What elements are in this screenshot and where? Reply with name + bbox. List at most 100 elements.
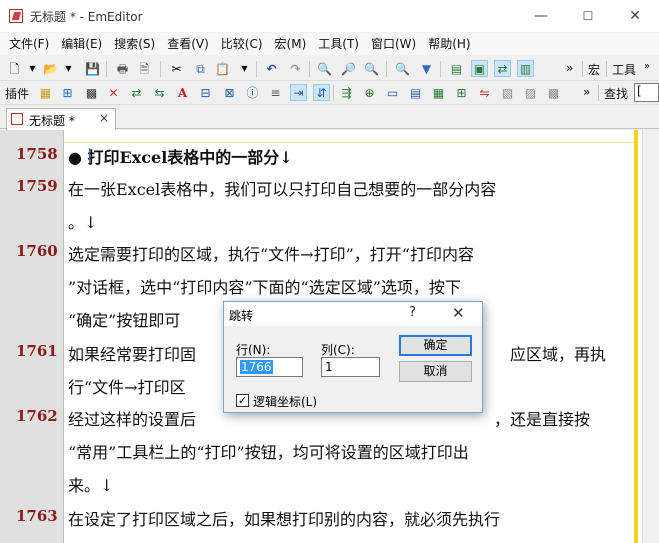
text-row[interactable]: 应区域，再执: [510, 341, 606, 365]
print-icon[interactable]: 🖶: [114, 60, 131, 77]
replace-icon[interactable]: 🔍: [394, 60, 411, 77]
copy-icon[interactable]: ⧉: [192, 60, 209, 77]
find-previous-icon[interactable]: 🔍: [363, 60, 380, 77]
plugin-icon-23[interactable]: ▩: [545, 84, 562, 101]
plugin-icon-17[interactable]: ▤: [407, 84, 424, 101]
text-row[interactable]: 在设定了打印区域之后，如果想打印别的内容，就必须先执行: [68, 506, 500, 530]
sync-scroll-icon[interactable]: ⇄: [494, 60, 511, 77]
text-row[interactable]: 行“文件→打印区: [68, 374, 186, 398]
title-bar: 无标题 * - EmEditor — ☐ ✕: [0, 0, 659, 32]
column-number-input[interactable]: 1: [321, 357, 380, 377]
menu-file[interactable]: 文件(F): [0, 33, 55, 55]
toolbar-separator: [333, 85, 334, 101]
help-icon[interactable]: ?: [409, 305, 416, 320]
logical-coords-label[interactable]: 逻辑坐标(L): [253, 393, 317, 410]
save-icon[interactable]: 💾: [84, 60, 101, 77]
plugin-icon-3[interactable]: ▩: [83, 84, 100, 101]
document-tab[interactable]: 无标题 * ×: [6, 108, 116, 130]
maximize-button[interactable]: ☐: [565, 0, 611, 32]
text-row[interactable]: ● 打印Excel表格中的一部分↓: [68, 144, 293, 168]
text-row[interactable]: 如果经常要打印固: [68, 341, 196, 365]
plugin-icon-14[interactable]: ⇶: [338, 84, 355, 101]
plugin-icon-11[interactable]: ≡: [267, 84, 284, 101]
line-number-input[interactable]: 1766: [236, 357, 303, 377]
line-number: 1763: [16, 507, 58, 525]
undo-icon[interactable]: ↶: [263, 60, 280, 77]
find-icon[interactable]: 🔍: [316, 60, 333, 77]
plugin-icon-5[interactable]: ⇄: [128, 84, 145, 101]
plugin-icon-12[interactable]: ⇥: [290, 84, 307, 101]
menu-macros[interactable]: 宏(M): [269, 33, 313, 55]
paste-icon[interactable]: 📋: [214, 60, 231, 77]
new-dropdown-chevron-icon[interactable]: ▼: [24, 60, 41, 77]
vertical-scrollbar[interactable]: [642, 130, 659, 543]
find-toolbar-label: 查找: [604, 87, 629, 101]
menu-view[interactable]: 查看(V): [161, 33, 215, 55]
split-window-icon[interactable]: ▤: [448, 60, 465, 77]
plugin-icon-9[interactable]: ⊠: [221, 84, 238, 101]
text-row[interactable]: “确定”按钮即可: [68, 307, 180, 331]
filter-icon[interactable]: ▼: [418, 60, 435, 77]
toolbar-separator: [386, 61, 387, 77]
menu-edit[interactable]: 编辑(E): [55, 33, 108, 55]
plugins-toolbar-overflow[interactable]: »: [583, 85, 590, 99]
text-row[interactable]: 在一张Excel表格中，我们可以只打印自己想要的一部分内容: [68, 176, 496, 200]
emeditor-app-icon[interactable]: [9, 9, 23, 23]
toggle-panel-icon[interactable]: ▣: [471, 60, 488, 77]
close-tab-icon[interactable]: ×: [99, 111, 109, 125]
dialog-title-bar[interactable]: 跳转 ? ✕: [224, 302, 482, 326]
text-row[interactable]: 来。↓: [68, 472, 113, 496]
find-next-icon[interactable]: 🔎: [340, 60, 357, 77]
open-folder-icon[interactable]: 📂: [42, 60, 59, 77]
plugin-icon-15[interactable]: ⊕: [361, 84, 378, 101]
menu-search[interactable]: 搜索(S): [108, 33, 161, 55]
info-icon[interactable]: ⓘ: [244, 84, 261, 101]
cancel-button[interactable]: 取消: [399, 361, 472, 382]
new-file-icon[interactable]: 🗋: [6, 60, 23, 77]
toolbar-overflow-chevron[interactable]: »: [566, 61, 573, 75]
column-field-label: 列(C):: [321, 343, 355, 357]
ok-button[interactable]: 确定: [399, 335, 472, 356]
minimize-button[interactable]: —: [518, 0, 564, 32]
text-row[interactable]: 经过这样的设置后: [68, 406, 196, 430]
redo-icon[interactable]: ↷: [287, 60, 304, 77]
plugin-icon-8[interactable]: ⊟: [197, 84, 214, 101]
text-row[interactable]: ”对话框，选中“打印内容”下面的“选定区域”选项，按下: [68, 274, 461, 298]
cut-icon[interactable]: ✂: [168, 60, 185, 77]
text-row[interactable]: “常用”工具栏上的“打印”按钮，均可将设置的区域打印出: [68, 439, 469, 463]
print-preview-icon[interactable]: 🗎: [136, 60, 153, 77]
logical-coords-checkbox[interactable]: ✓: [236, 394, 249, 407]
plugin-icon-2[interactable]: ⊞: [59, 84, 76, 101]
close-button[interactable]: ✕: [612, 0, 658, 32]
paste-dropdown-chevron-icon[interactable]: ▼: [236, 60, 253, 77]
menu-window[interactable]: 窗口(W): [365, 33, 422, 55]
plugin-icon-21[interactable]: ▧: [499, 84, 516, 101]
menu-bar: 文件(F) 编辑(E) 搜索(S) 查看(V) 比较(C) 宏(M) 工具(T)…: [0, 33, 659, 55]
tools-toolbar-overflow[interactable]: »: [644, 61, 650, 72]
plugin-icon-22[interactable]: ▨: [522, 84, 539, 101]
menu-help[interactable]: 帮助(H): [422, 33, 476, 55]
find-toolbar-input[interactable]: [: [634, 83, 659, 102]
text-row[interactable]: 。↓: [68, 209, 97, 233]
tools-toolbar-label[interactable]: 工具: [612, 61, 636, 78]
text-row[interactable]: 选定需要打印的区域，执行“文件→打印”，打开“打印内容: [68, 241, 474, 265]
dialog-close-icon[interactable]: ✕: [452, 304, 465, 322]
menu-tools[interactable]: 工具(T): [312, 33, 365, 55]
plugin-icon-19[interactable]: ⊞: [453, 84, 470, 101]
menu-compare[interactable]: 比较(C): [215, 33, 269, 55]
compare-icon[interactable]: ▥: [517, 60, 534, 77]
plugin-icon-18[interactable]: ▦: [430, 84, 447, 101]
plugin-icon-4[interactable]: ✕: [105, 84, 122, 101]
wrap-position-marker: [634, 130, 638, 543]
macros-toolbar-label[interactable]: 宏: [588, 61, 600, 78]
plugin-icon-1[interactable]: ▦: [37, 84, 54, 101]
plugin-icon-13[interactable]: ⇵: [313, 84, 330, 101]
font-icon[interactable]: A: [174, 84, 191, 101]
text-row[interactable]: ，还是直接按: [494, 406, 590, 430]
document-icon: [11, 113, 23, 125]
open-dropdown-chevron-icon[interactable]: ▼: [60, 60, 77, 77]
plugin-icon-16[interactable]: ▭: [384, 84, 401, 101]
plugin-icon-6[interactable]: ⇆: [151, 84, 168, 101]
plugin-icon-20[interactable]: ⇋: [476, 84, 493, 101]
toolbar-separator: [582, 61, 583, 77]
